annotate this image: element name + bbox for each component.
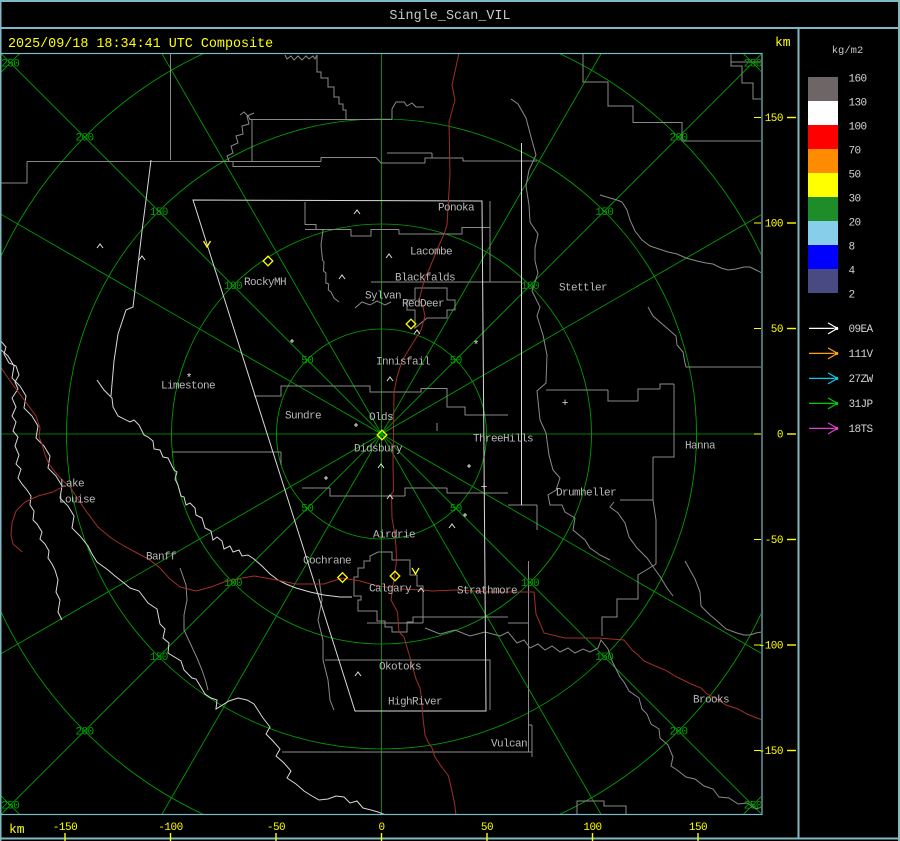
svg-text:-150: -150	[53, 822, 77, 834]
svg-text:130: 130	[849, 98, 867, 110]
svg-text:Ponoka: Ponoka	[438, 203, 475, 215]
svg-text:Hanna: Hanna	[685, 441, 716, 453]
svg-text:200: 200	[75, 727, 93, 739]
svg-text:Drumheller: Drumheller	[556, 488, 616, 500]
svg-text:100: 100	[521, 578, 539, 590]
svg-text:50: 50	[301, 355, 313, 367]
svg-text:70: 70	[849, 146, 861, 158]
svg-text:250: 250	[1, 58, 19, 70]
svg-text:150: 150	[689, 822, 707, 834]
svg-text:0: 0	[777, 430, 783, 442]
svg-text:8: 8	[849, 242, 855, 254]
svg-text:50: 50	[849, 170, 861, 182]
svg-text:Louise: Louise	[59, 495, 95, 507]
svg-text:100: 100	[224, 578, 242, 590]
svg-text:100: 100	[521, 281, 539, 293]
svg-text:Calgary: Calgary	[369, 584, 412, 596]
svg-text:150: 150	[595, 207, 613, 219]
svg-text:Banff: Banff	[146, 552, 176, 564]
svg-text:200: 200	[669, 727, 687, 739]
svg-text:50: 50	[481, 822, 493, 834]
svg-text:31JP: 31JP	[849, 399, 874, 411]
svg-text:Lake: Lake	[60, 479, 84, 491]
svg-text:09EA: 09EA	[849, 324, 874, 336]
svg-text:200: 200	[669, 133, 687, 145]
svg-text:HighRiver: HighRiver	[388, 697, 442, 709]
svg-text:-50: -50	[267, 822, 285, 834]
svg-text:200: 200	[75, 133, 93, 145]
svg-text:+: +	[562, 398, 569, 410]
svg-text:250: 250	[744, 801, 762, 813]
svg-text:50: 50	[771, 324, 783, 336]
svg-text:Single_Scan_VIL: Single_Scan_VIL	[389, 9, 510, 24]
svg-text:*: *	[186, 373, 193, 385]
svg-text:20: 20	[849, 218, 861, 230]
svg-text:Lacombe: Lacombe	[410, 247, 452, 259]
svg-text:Sylvan: Sylvan	[365, 291, 401, 303]
svg-text:111V: 111V	[849, 349, 874, 361]
svg-text:Sundre: Sundre	[285, 411, 321, 423]
svg-text:150: 150	[765, 113, 783, 125]
svg-text:250: 250	[1, 801, 19, 813]
svg-text:100: 100	[849, 122, 867, 134]
svg-text:+: +	[481, 482, 488, 494]
svg-text:-100: -100	[759, 641, 783, 653]
svg-text:50: 50	[450, 355, 462, 367]
svg-text:Cochrane: Cochrane	[303, 556, 351, 568]
svg-text:2025/09/18 18:34:41 UTC Compos: 2025/09/18 18:34:41 UTC Composite	[8, 37, 273, 52]
svg-text:250: 250	[744, 58, 762, 70]
svg-text:Stettler: Stettler	[559, 283, 607, 295]
svg-text:km: km	[775, 35, 791, 50]
svg-text:kg/m2: kg/m2	[832, 45, 864, 57]
svg-text:RedDeer: RedDeer	[402, 299, 444, 311]
svg-text:ThreeHills: ThreeHills	[473, 434, 533, 446]
svg-text:Didsbury: Didsbury	[354, 444, 403, 456]
svg-text:Innisfail: Innisfail	[376, 357, 430, 369]
svg-text:27ZW: 27ZW	[849, 374, 874, 386]
svg-text:150: 150	[150, 207, 168, 219]
svg-text:2: 2	[849, 290, 855, 302]
svg-text:-150: -150	[759, 746, 783, 758]
svg-text:100: 100	[583, 822, 601, 834]
svg-text:-50: -50	[765, 535, 783, 547]
svg-text:150: 150	[150, 652, 168, 664]
svg-text:160: 160	[849, 74, 867, 86]
svg-text:50: 50	[450, 504, 462, 516]
svg-text:30: 30	[849, 194, 861, 206]
svg-text:Okotoks: Okotoks	[379, 662, 421, 674]
svg-text:Airdrie: Airdrie	[373, 530, 415, 542]
svg-text:0: 0	[378, 822, 384, 834]
svg-text:Strathmore: Strathmore	[457, 586, 517, 598]
svg-text:Olds: Olds	[369, 412, 393, 424]
svg-text:Vulcan: Vulcan	[491, 739, 527, 751]
svg-text:4: 4	[849, 266, 856, 278]
svg-text:*: *	[473, 340, 480, 352]
svg-text:50: 50	[301, 504, 313, 516]
svg-text:100: 100	[224, 281, 242, 293]
svg-text:150: 150	[595, 652, 613, 664]
svg-text:18TS: 18TS	[849, 424, 874, 436]
svg-text:RockyMH: RockyMH	[244, 277, 286, 289]
svg-text:km: km	[9, 822, 25, 837]
svg-text:Blackfalds: Blackfalds	[395, 273, 455, 285]
svg-text:-100: -100	[158, 822, 182, 834]
svg-text:100: 100	[765, 219, 783, 231]
svg-text:Brooks: Brooks	[693, 695, 729, 707]
